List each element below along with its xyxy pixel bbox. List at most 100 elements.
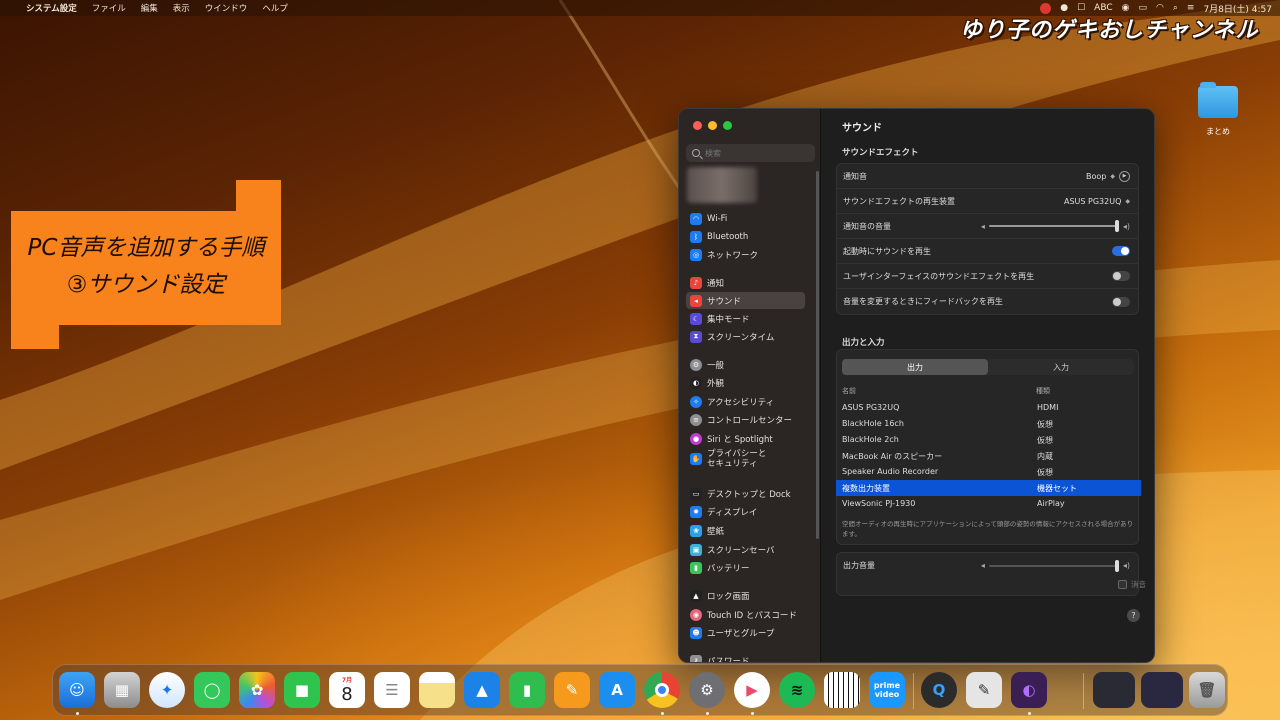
finder-icon[interactable]: ☺ bbox=[59, 672, 95, 708]
numbers-icon[interactable]: ▮ bbox=[509, 672, 545, 708]
sidebar-scrollbar[interactable] bbox=[816, 171, 819, 539]
caption-box: PC音声を追加する手順 ③サウンド設定 bbox=[11, 180, 281, 349]
sidebar-item-globe[interactable]: ◎ ネットワーク bbox=[686, 246, 805, 263]
ui-effects-label: ユーザインターフェイスのサウンドエフェクトを再生 bbox=[843, 271, 1035, 281]
page-title: サウンド bbox=[842, 123, 882, 134]
sidebar-item-battery[interactable]: ▮ バッテリー bbox=[686, 559, 805, 576]
output-volume-slider[interactable]: ◂ ◂) bbox=[981, 559, 1130, 572]
chrome-icon[interactable] bbox=[644, 672, 680, 708]
sidebar-item-screensaver[interactable]: ▣ スクリーンセーバ bbox=[686, 541, 805, 558]
calendar-icon[interactable]: 7月 8 bbox=[329, 672, 365, 708]
tab-input[interactable]: 入力 bbox=[988, 359, 1134, 375]
account-avatar[interactable] bbox=[687, 167, 757, 203]
sidebar-item-wallpaper[interactable]: ❀ 壁紙 bbox=[686, 522, 805, 539]
play-icon[interactable]: ▶ bbox=[1119, 170, 1130, 182]
sidebar-item-hourglass[interactable]: ⧗ スクリーンタイム bbox=[686, 328, 805, 345]
gear-icon: ⚙ bbox=[690, 358, 702, 371]
search-input[interactable] bbox=[705, 148, 805, 158]
device-name: ASUS PG32UQ bbox=[842, 403, 900, 412]
device-type: 仮想 bbox=[1037, 468, 1053, 477]
io-tabs: 出力 入力 bbox=[842, 359, 1134, 375]
notes-icon[interactable] bbox=[419, 672, 455, 708]
sidebar-item-moon[interactable]: ☾ 集中モード bbox=[686, 310, 805, 327]
device-table-header: 名前 種類 bbox=[836, 385, 1139, 397]
menu-file[interactable]: ファイル bbox=[92, 2, 126, 14]
sidebar-item-bluetooth[interactable]: ᛒ Bluetooth bbox=[686, 228, 805, 245]
window-thumbnail-2[interactable] bbox=[1141, 672, 1183, 708]
sidebar-item-appearance[interactable]: ◐ 外観 bbox=[686, 374, 805, 391]
window-thumbnail-1[interactable] bbox=[1093, 672, 1135, 708]
column-name[interactable]: 名前 bbox=[842, 386, 856, 396]
minimize-button[interactable] bbox=[708, 121, 717, 130]
sidebar-item-speaker[interactable]: ◂ サウンド bbox=[686, 292, 805, 309]
sidebar-item-siri[interactable]: ● Siri と Spotlight bbox=[686, 430, 805, 447]
sidebar-item-control-center[interactable]: ≡ コントロールセンター bbox=[686, 411, 805, 428]
zoom-button[interactable] bbox=[723, 121, 732, 130]
sidebar-item-gear[interactable]: ⚙ 一般 bbox=[686, 356, 805, 373]
sidebar-item-label: サウンド bbox=[707, 296, 742, 307]
quicktime-icon[interactable]: Q bbox=[921, 672, 957, 708]
tab-output[interactable]: 出力 bbox=[842, 359, 988, 375]
sidebar-item-accessibility[interactable]: ✧ アクセシビリティ bbox=[686, 393, 805, 410]
close-button[interactable] bbox=[693, 121, 702, 130]
speaker-icon: ◂ bbox=[690, 294, 702, 307]
sidebar-item-wifi[interactable]: ◠ Wi-Fi bbox=[686, 210, 805, 227]
spotify-icon[interactable]: ≋ bbox=[779, 672, 815, 708]
output-volume-row: 出力音量 ◂ ◂) bbox=[837, 553, 1138, 578]
sidebar-item-sun[interactable]: ✹ ディスプレイ bbox=[686, 503, 805, 520]
menu-app-name[interactable]: システム設定 bbox=[26, 2, 77, 14]
menu-help[interactable]: ヘルプ bbox=[262, 2, 288, 14]
keynote-icon[interactable]: ▲ bbox=[464, 672, 500, 708]
piano-icon[interactable] bbox=[824, 672, 860, 708]
device-row[interactable]: BlackHole 2ch 仮想 bbox=[836, 432, 1141, 448]
feedback-toggle[interactable] bbox=[1112, 296, 1130, 307]
device-row[interactable]: ViewSonic PJ-1930 AirPlay bbox=[836, 496, 1141, 512]
desktop-folder[interactable]: まとめ bbox=[1196, 82, 1240, 137]
reminders-icon[interactable]: ☰ bbox=[374, 672, 410, 708]
textedit-icon[interactable]: ✎ bbox=[966, 672, 1002, 708]
menu-view[interactable]: 表示 bbox=[173, 2, 190, 14]
mute-checkbox[interactable]: 消音 bbox=[1118, 579, 1146, 590]
device-row[interactable]: Speaker Audio Recorder 仮想 bbox=[836, 464, 1141, 480]
sidebar-item-key[interactable]: ⚷ パスワード bbox=[686, 652, 805, 662]
photos-icon[interactable]: ✿ bbox=[239, 672, 275, 708]
search-field[interactable] bbox=[686, 144, 815, 162]
ui-effects-toggle[interactable] bbox=[1112, 271, 1130, 281]
alert-sound-label: 通知音 bbox=[843, 171, 867, 181]
sidebar-item-dock[interactable]: ▭ デスクトップと Dock bbox=[686, 485, 805, 502]
device-row[interactable]: ASUS PG32UQ HDMI bbox=[836, 400, 1141, 416]
sidebar-item-lock[interactable]: ▲ ロック画面 bbox=[686, 587, 805, 604]
sidebar-item-hand[interactable]: ✋ プライバシーと セキュリティ bbox=[686, 446, 805, 472]
alert-volume-label: 通知音の音量 bbox=[843, 221, 891, 231]
sidebar-item-label: ロック画面 bbox=[707, 591, 750, 602]
effects-device-select[interactable]: ASUS PG32UQ bbox=[1064, 197, 1121, 206]
help-button[interactable]: ? bbox=[1127, 609, 1140, 622]
launchpad-icon[interactable]: ▦ bbox=[104, 672, 140, 708]
sidebar-item-label: Touch ID とパスコード bbox=[707, 610, 797, 621]
column-type[interactable]: 種類 bbox=[1036, 386, 1050, 396]
menu-edit[interactable]: 編集 bbox=[141, 2, 158, 14]
startup-sound-toggle[interactable] bbox=[1112, 246, 1130, 256]
safari-icon[interactable]: ✦ bbox=[149, 672, 185, 708]
screen-recorder-icon[interactable]: ▶ bbox=[734, 672, 770, 708]
device-row[interactable]: BlackHole 16ch 仮想 bbox=[836, 416, 1141, 432]
sidebar-item-users[interactable]: ☻ ユーザとグループ bbox=[686, 624, 805, 641]
obs-icon[interactable]: ◐ bbox=[1011, 672, 1047, 708]
menu-window[interactable]: ウインドウ bbox=[205, 2, 248, 14]
sidebar-item-bell[interactable]: ♪ 通知 bbox=[686, 274, 805, 291]
trash-icon[interactable]: 🗑 bbox=[1189, 672, 1225, 708]
sidebar-item-fingerprint[interactable]: ◉ Touch ID とパスコード bbox=[686, 606, 805, 623]
alert-volume-slider[interactable]: ◂ ◂) bbox=[981, 220, 1130, 232]
alert-sound-select[interactable]: Boop bbox=[1086, 172, 1106, 181]
sidebar-item-label: 集中モード bbox=[707, 314, 750, 325]
messages-icon[interactable]: ◯ bbox=[194, 672, 230, 708]
device-row[interactable]: MacBook Air のスピーカー 内蔵 bbox=[836, 448, 1141, 464]
pages-icon[interactable]: ✎ bbox=[554, 672, 590, 708]
prime-video-icon[interactable]: prime video bbox=[869, 672, 905, 708]
system-settings-icon[interactable]: ⚙ bbox=[689, 672, 725, 708]
device-row[interactable]: 複数出力装置 機器セット bbox=[836, 480, 1141, 496]
search-icon bbox=[692, 149, 700, 157]
app-store-icon[interactable]: A bbox=[599, 672, 635, 708]
battery-icon: ▮ bbox=[690, 561, 702, 574]
facetime-icon[interactable]: ■ bbox=[284, 672, 320, 708]
